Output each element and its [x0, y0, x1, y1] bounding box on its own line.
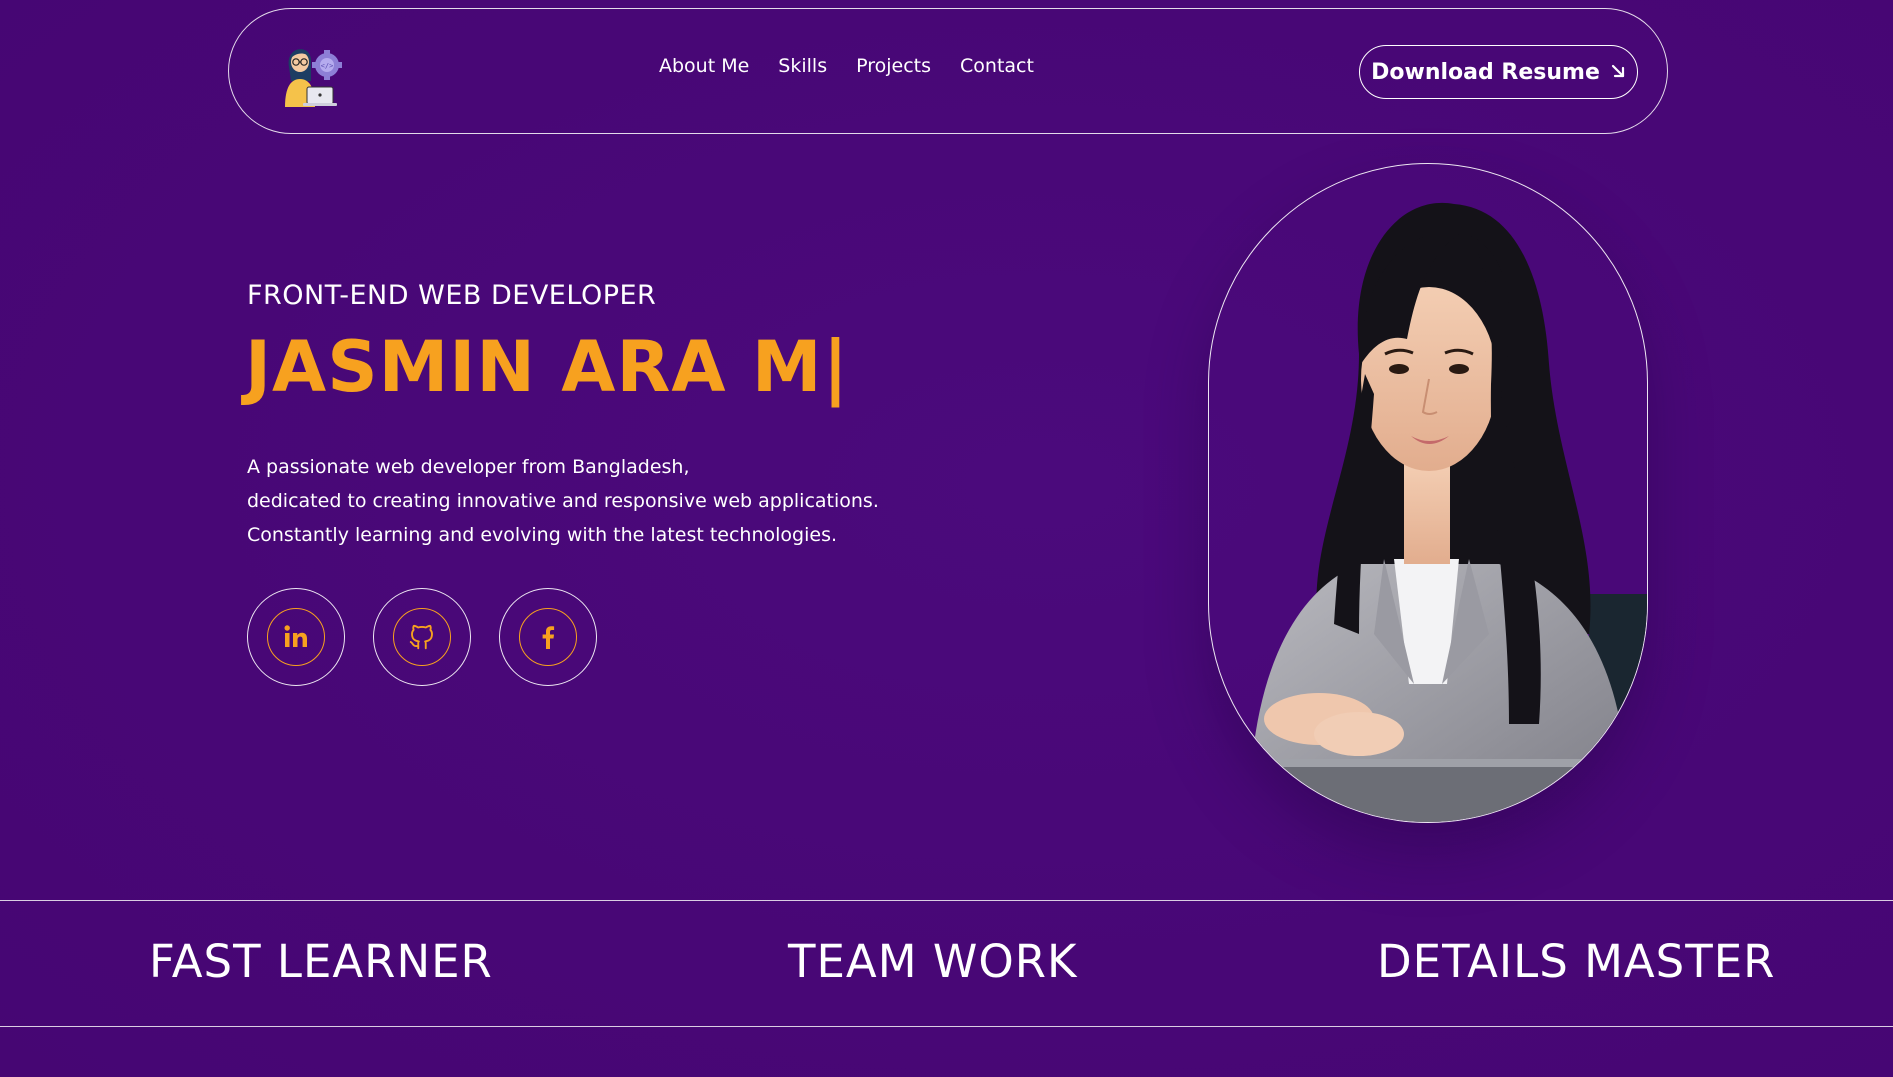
arrow-down-right-icon	[1610, 60, 1626, 85]
github-button[interactable]	[373, 588, 471, 686]
linkedin-button[interactable]	[247, 588, 345, 686]
nav-link-skills[interactable]: Skills	[778, 55, 827, 77]
github-icon	[393, 608, 451, 666]
download-resume-label: Download Resume	[1371, 59, 1600, 85]
nav-link-about-me[interactable]: About Me	[659, 55, 749, 77]
hero-name: JASMIN ARA M|	[245, 326, 850, 408]
svg-text:</>: </>	[321, 62, 334, 70]
quality-details-master: DETAILS MASTER	[1377, 935, 1776, 988]
profile-photo	[1208, 163, 1648, 823]
hero-description-line: dedicated to creating innovative and res…	[247, 490, 879, 512]
hero-description: A passionate web developer from Banglade…	[247, 450, 879, 552]
developer-avatar-icon[interactable]: </>	[279, 37, 345, 107]
linkedin-icon	[267, 608, 325, 666]
nav-link-contact[interactable]: Contact	[960, 55, 1034, 77]
page: </> About Me Skills Projects Contact Dow…	[0, 0, 1893, 1077]
download-resume-button[interactable]: Download Resume	[1359, 45, 1638, 99]
navbar: </> About Me Skills Projects Contact Dow…	[228, 8, 1668, 134]
nav-links: About Me Skills Projects Contact	[659, 55, 1034, 77]
hero-description-line: Constantly learning and evolving with th…	[247, 524, 838, 546]
facebook-button[interactable]	[499, 588, 597, 686]
nav-link-projects[interactable]: Projects	[856, 55, 931, 77]
social-links	[247, 588, 597, 686]
hero-description-line: A passionate web developer from Banglade…	[247, 456, 690, 478]
quality-fast-learner: FAST LEARNER	[149, 935, 493, 988]
qualities-strip: FAST LEARNER TEAM WORK DETAILS MASTER	[0, 900, 1893, 1027]
facebook-icon	[519, 608, 577, 666]
quality-team-work: TEAM WORK	[788, 935, 1078, 988]
hero-subtitle: FRONT-END WEB DEVELOPER	[247, 280, 657, 311]
